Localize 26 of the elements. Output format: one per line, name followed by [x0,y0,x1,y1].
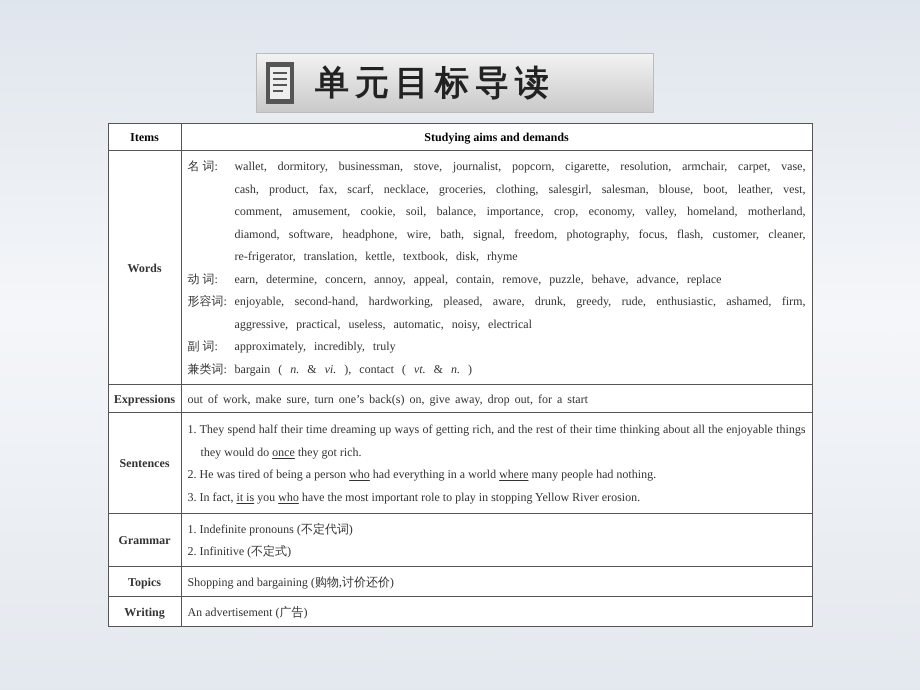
column-header: Studying aims and demands [424,130,569,144]
writing-task: An advertisement (广告) [188,604,308,618]
word-list: approximately, incredibly, truly [234,335,396,358]
item-label: Writing [124,604,165,618]
topic-text: Shopping and bargaining (购物,讨价还价) [188,574,394,588]
document-icon [265,61,295,105]
part-of-speech-label: 兼类词: [188,360,228,378]
column-header: Items [130,130,159,144]
sentence: 1. They spend half their time dreaming up ways of getting rich, and the rest of their time thinking about all the enjoyable things they would do once they got rich. [188,421,806,461]
item-label: Words [127,260,162,274]
banner-title: 单元目标导读 [315,62,555,104]
part-of-speech-label: 形容词: [188,293,228,310]
part-of-speech-label: 动 词: [188,270,219,288]
sentence: 3. In fact, it is you who have the most important role to play in stopping Yellow River erosion. [188,488,642,506]
sentence: 2. He was tired of being a person who had everything in a world where many people had nothing. [188,466,658,483]
grammar-point: 2. Infinitive (不定式) [188,543,292,560]
part-of-speech-label: 副 词: [188,338,219,355]
word-list: earn, determine, concern, annoy, appeal, contain, remove, puzzle, behave, advance, replace [234,268,722,290]
part-of-speech-label: 名 词: [188,158,219,175]
grammar-point: 1. Indefinite pronouns (不定代词) [188,521,354,538]
item-label: Expressions [114,392,176,406]
item-label: Topics [128,574,161,588]
word-list: bargain ( n. & vi. ), contact ( vt. & n. ) [234,358,472,380]
item-label: Grammar [118,533,170,547]
item-label: Sentences [120,456,170,470]
expressions-text: out of work, make sure, turn one’s back(s) on, give away, drop out, for a start [188,392,588,406]
